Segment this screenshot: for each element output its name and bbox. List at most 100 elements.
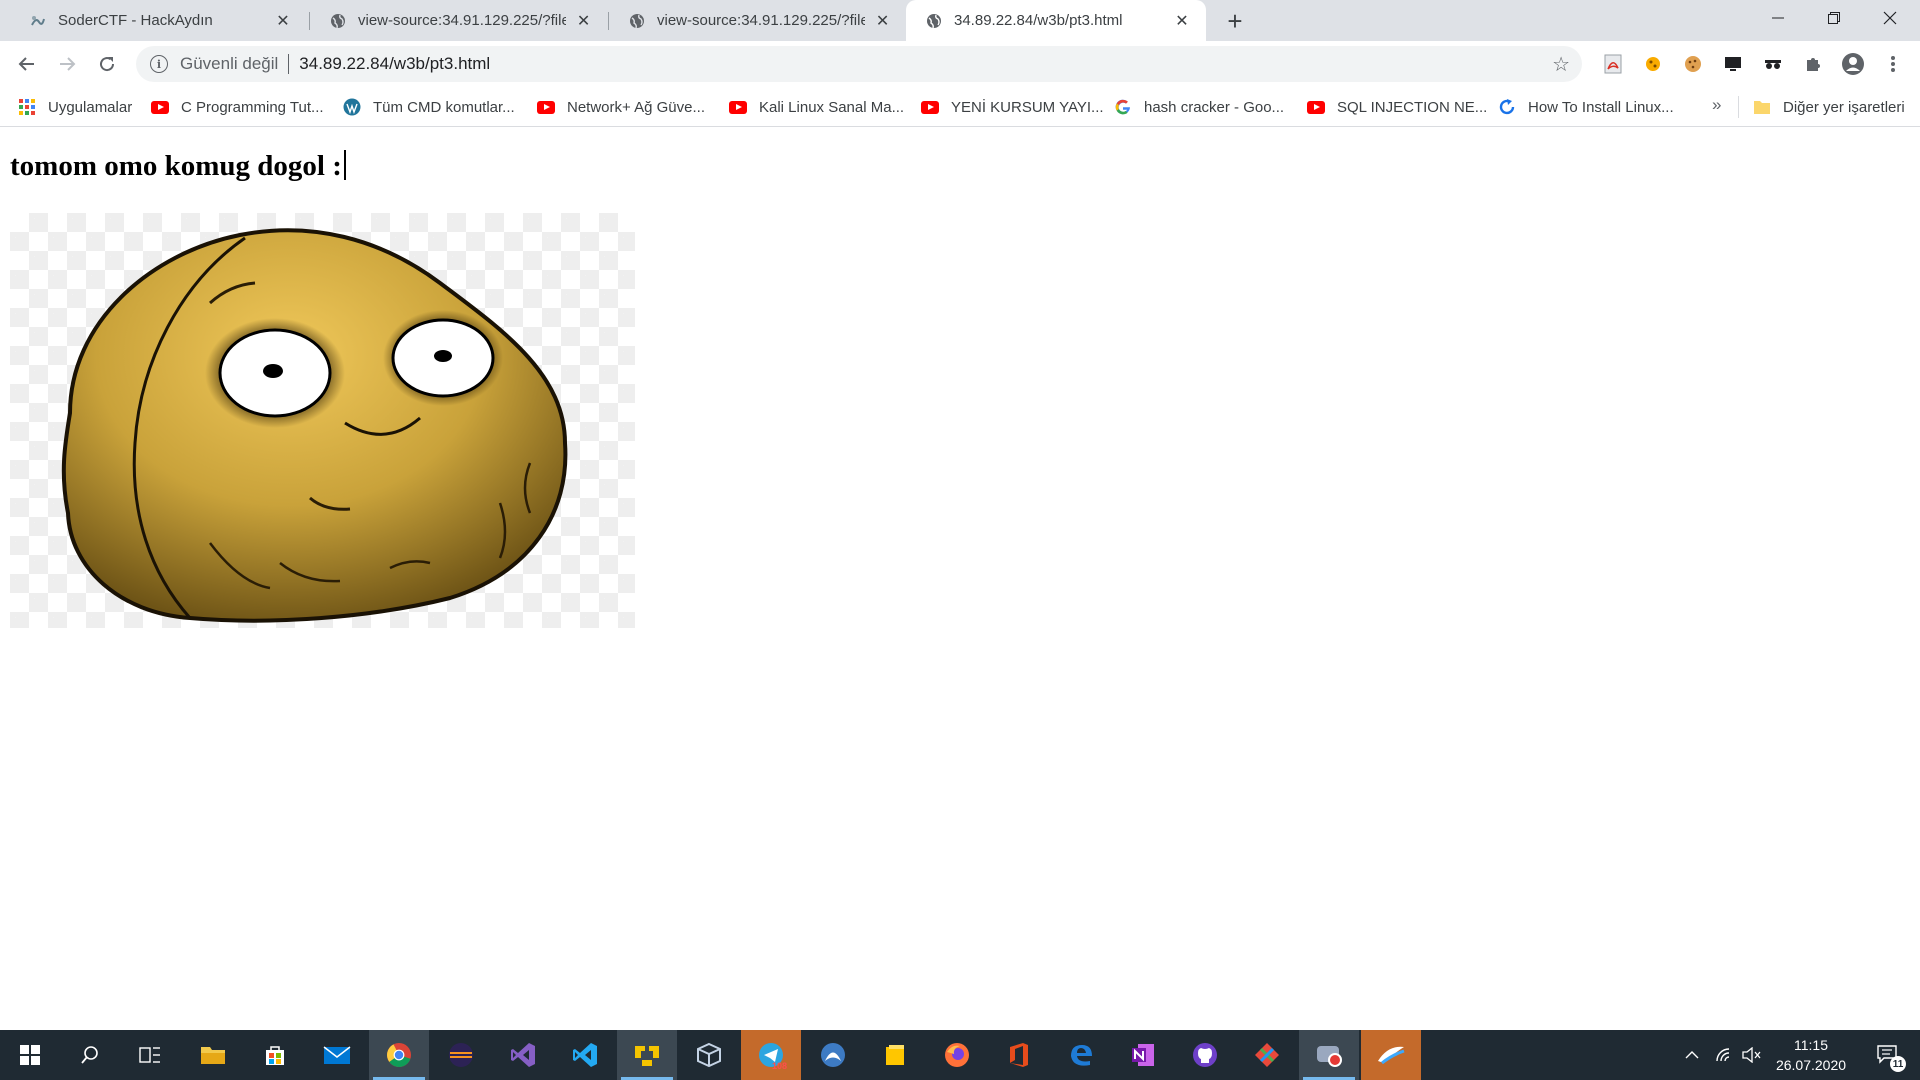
close-icon bbox=[1883, 11, 1897, 25]
taskbar-mail[interactable] bbox=[307, 1030, 367, 1080]
taskbar-office[interactable] bbox=[989, 1030, 1049, 1080]
taskbar-app[interactable] bbox=[1361, 1030, 1421, 1080]
monitor-extension-icon[interactable] bbox=[1720, 51, 1746, 77]
reload-icon bbox=[100, 57, 115, 72]
system-clock[interactable]: 11:15 26.07.2020 bbox=[1766, 1035, 1856, 1075]
search-button[interactable] bbox=[60, 1030, 120, 1080]
bookmark-c-programming[interactable]: C Programming Tut... bbox=[151, 95, 324, 119]
tab-title: SoderCTF - HackAydın bbox=[58, 12, 213, 29]
incognito-extension-icon[interactable] bbox=[1760, 51, 1786, 77]
task-view-button[interactable] bbox=[120, 1030, 180, 1080]
bookmark-label: hash cracker - Goo... bbox=[1144, 98, 1285, 116]
taskbar-telegram[interactable]: 108 bbox=[741, 1030, 801, 1080]
taskbar-tor[interactable] bbox=[803, 1030, 863, 1080]
new-tab-button[interactable]: + bbox=[1221, 6, 1249, 36]
show-hidden-icons-button[interactable] bbox=[1680, 1030, 1704, 1080]
network-tool-icon bbox=[635, 1046, 659, 1066]
taskbar-sticky-notes[interactable] bbox=[865, 1030, 925, 1080]
taskbar-store[interactable] bbox=[245, 1030, 305, 1080]
close-icon[interactable]: ✕ bbox=[574, 11, 593, 31]
taskbar-virtualbox[interactable] bbox=[679, 1030, 739, 1080]
youtube-icon bbox=[537, 98, 555, 116]
wordpress-icon bbox=[343, 98, 361, 116]
cookie-extension-icon[interactable] bbox=[1640, 51, 1666, 77]
bookmark-sql-injection[interactable]: SQL INJECTION NE... bbox=[1307, 95, 1487, 119]
file-explorer-icon bbox=[201, 1047, 225, 1064]
bookmark-other[interactable]: Diğer yer işaretleri bbox=[1753, 95, 1905, 119]
youtube-icon bbox=[729, 98, 747, 116]
taskbar-eclipse[interactable] bbox=[431, 1030, 491, 1080]
taskbar-recording[interactable] bbox=[1299, 1030, 1359, 1080]
close-icon[interactable]: ✕ bbox=[273, 11, 293, 31]
taskbar-vscode[interactable] bbox=[555, 1030, 615, 1080]
action-center-button[interactable]: 11 bbox=[1868, 1030, 1908, 1080]
close-icon[interactable]: ✕ bbox=[873, 11, 892, 31]
reload-button[interactable] bbox=[91, 48, 123, 80]
chevron-up-icon bbox=[1685, 1051, 1699, 1059]
task-view-icon bbox=[139, 1047, 160, 1063]
bookmark-star-icon[interactable]: ☆ bbox=[1552, 52, 1570, 77]
taskbar-visual-studio[interactable] bbox=[493, 1030, 553, 1080]
firefox-icon bbox=[945, 1043, 969, 1067]
bookmark-yeni-kursum[interactable]: YENİ KURSUM YAYI... bbox=[921, 95, 1104, 119]
info-icon[interactable]: i bbox=[150, 55, 168, 73]
minimize-button[interactable] bbox=[1750, 0, 1806, 36]
app-icon bbox=[1378, 1046, 1405, 1065]
tab-sodercft[interactable]: SoderCTF - HackAydın ✕ bbox=[10, 0, 307, 41]
clock-date: 26.07.2020 bbox=[1775, 1057, 1847, 1073]
text-cursor bbox=[343, 150, 346, 180]
security-status[interactable]: Güvenli değil bbox=[180, 54, 278, 74]
taskbar-git[interactable] bbox=[1237, 1030, 1297, 1080]
close-window-button[interactable] bbox=[1862, 0, 1918, 36]
bookmark-kali-linux[interactable]: Kali Linux Sanal Ma... bbox=[729, 95, 904, 119]
volume-button[interactable] bbox=[1740, 1030, 1764, 1080]
taskbar-chrome[interactable] bbox=[369, 1030, 429, 1080]
telegram-badge: 108 bbox=[772, 1061, 788, 1071]
recording-icon bbox=[1317, 1046, 1342, 1067]
close-icon[interactable]: ✕ bbox=[1172, 11, 1192, 31]
bookmark-cmd[interactable]: Tüm CMD komutlar... bbox=[343, 95, 515, 119]
menu-kebab-icon[interactable] bbox=[1880, 51, 1906, 77]
url-text[interactable]: 34.89.22.84/w3b/pt3.html bbox=[299, 54, 490, 74]
office-icon bbox=[1010, 1043, 1028, 1067]
restore-icon bbox=[1828, 12, 1840, 24]
tab-pt3-active[interactable]: 34.89.22.84/w3b/pt3.html ✕ bbox=[906, 0, 1206, 41]
globe-icon bbox=[926, 13, 942, 29]
windows-taskbar: 108 11:15 26.07.2020 11 bbox=[0, 1030, 1920, 1080]
taskbar-network-tool[interactable] bbox=[617, 1030, 677, 1080]
visual-studio-icon bbox=[511, 1043, 535, 1067]
network-status-button[interactable] bbox=[1712, 1030, 1736, 1080]
taskbar-edge[interactable] bbox=[1051, 1030, 1111, 1080]
tab-view-source-2[interactable]: view-source:34.91.129.225/?file= ✕ bbox=[609, 0, 906, 41]
cookie-editor-icon[interactable] bbox=[1680, 51, 1706, 77]
hackaydin-icon bbox=[30, 13, 46, 29]
start-button[interactable] bbox=[0, 1030, 60, 1080]
bookmarks-overflow-button[interactable]: » bbox=[1712, 95, 1721, 115]
tab-view-source-1[interactable]: view-source:34.91.129.225/?file= ✕ bbox=[310, 0, 607, 41]
address-bar[interactable]: i Güvenli değil 34.89.22.84/w3b/pt3.html… bbox=[136, 46, 1582, 82]
taskbar-onenote[interactable] bbox=[1113, 1030, 1173, 1080]
bookmark-apps[interactable]: Uygulamalar bbox=[18, 95, 132, 119]
notification-count-badge: 11 bbox=[1890, 1056, 1906, 1072]
puzzle-extensions-icon[interactable] bbox=[1800, 51, 1826, 77]
omnibox-divider bbox=[288, 54, 290, 74]
page-content: tomom omo komug dogol : bbox=[0, 128, 1920, 1030]
pdf-extension-icon[interactable] bbox=[1600, 51, 1626, 77]
forward-button[interactable] bbox=[51, 48, 83, 80]
git-icon bbox=[1255, 1043, 1279, 1067]
restore-button[interactable] bbox=[1806, 0, 1862, 36]
browser-toolbar: i Güvenli değil 34.89.22.84/w3b/pt3.html… bbox=[0, 41, 1920, 87]
tab-title: view-source:34.91.129.225/?file= bbox=[657, 12, 866, 29]
tab-title: view-source:34.91.129.225/?file= bbox=[358, 12, 567, 29]
back-button[interactable] bbox=[11, 48, 43, 80]
taskbar-github[interactable] bbox=[1175, 1030, 1235, 1080]
volume-muted-icon bbox=[1742, 1047, 1761, 1063]
taskbar-firefox[interactable] bbox=[927, 1030, 987, 1080]
bookmark-network-plus[interactable]: Network+ Ağ Güve... bbox=[537, 95, 705, 119]
bookmark-install-linux[interactable]: How To Install Linux... bbox=[1498, 95, 1674, 119]
bookmark-hash-cracker[interactable]: hash cracker - Goo... bbox=[1114, 95, 1284, 119]
refresh-site-icon bbox=[1498, 98, 1516, 116]
profile-avatar-icon[interactable] bbox=[1840, 51, 1866, 77]
taskbar-file-explorer[interactable] bbox=[183, 1030, 243, 1080]
bookmark-label: SQL INJECTION NE... bbox=[1337, 98, 1488, 116]
